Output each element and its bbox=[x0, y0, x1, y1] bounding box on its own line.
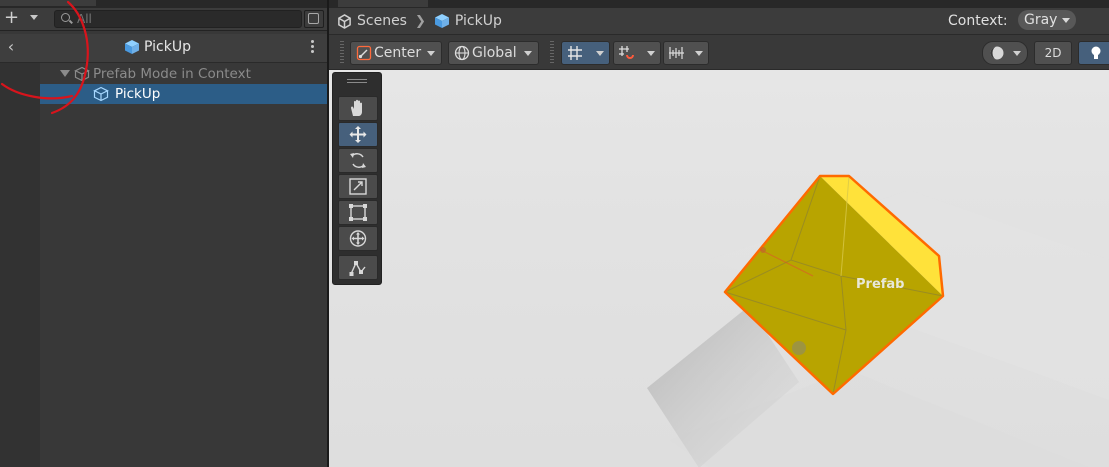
prefab-title: PickUp bbox=[124, 37, 191, 57]
shading-sphere-icon bbox=[990, 46, 1004, 60]
list-item-pickup[interactable]: PickUp bbox=[40, 84, 327, 104]
list-item-label: Prefab Mode in Context bbox=[93, 65, 251, 82]
rect-transform-icon bbox=[349, 204, 367, 221]
breadcrumb-scenes[interactable]: Scenes bbox=[357, 13, 407, 29]
custom-editor-tool-button[interactable] bbox=[338, 255, 378, 280]
pivot-mode-label: Center bbox=[374, 45, 422, 61]
move-tool-button[interactable] bbox=[338, 122, 378, 147]
back-button[interactable]: ‹ bbox=[2, 36, 20, 58]
rotate-tool-button[interactable] bbox=[338, 148, 378, 173]
overlay-drag-handle[interactable] bbox=[347, 79, 367, 85]
pivot-space-dropdown[interactable]: Global bbox=[448, 41, 539, 65]
unity-logo-icon bbox=[338, 13, 351, 29]
grid-snapping-button[interactable] bbox=[561, 41, 610, 65]
pivot-center-icon bbox=[356, 45, 372, 61]
chevron-down-icon bbox=[695, 51, 703, 56]
increment-snapping-button[interactable] bbox=[613, 41, 661, 65]
scene-tab[interactable] bbox=[338, 0, 428, 7]
ruler-icon bbox=[669, 47, 684, 59]
hierarchy-gutter bbox=[0, 63, 40, 467]
breadcrumb: Scenes ❯ PickUp bbox=[337, 11, 502, 31]
breadcrumb-pickup[interactable]: PickUp bbox=[455, 13, 502, 29]
transform-combined-icon bbox=[349, 230, 367, 247]
search-options-button[interactable] bbox=[304, 10, 324, 28]
context-label: Context: bbox=[948, 13, 1008, 29]
draw-mode-dropdown[interactable] bbox=[982, 41, 1028, 65]
move-arrows-icon bbox=[349, 126, 367, 143]
magnet-grid-icon bbox=[619, 46, 634, 59]
chevron-down-icon bbox=[30, 15, 38, 20]
tools-overlay bbox=[332, 72, 382, 285]
2d-mode-label: 2D bbox=[1044, 46, 1062, 60]
scale-icon bbox=[349, 178, 367, 195]
search-input[interactable] bbox=[77, 11, 287, 27]
prefab-cube-icon bbox=[125, 40, 139, 54]
2d-mode-toggle[interactable]: 2D bbox=[1034, 41, 1072, 65]
custom-tool-icon bbox=[349, 261, 366, 276]
toolbar-grip[interactable] bbox=[340, 41, 344, 65]
scale-tool-button[interactable] bbox=[338, 174, 378, 199]
rect-tool-button[interactable] bbox=[338, 200, 378, 225]
scene-viewport[interactable]: Prefab bbox=[329, 70, 1109, 467]
ruler-snapping-button[interactable] bbox=[663, 41, 709, 65]
create-button[interactable]: + bbox=[4, 9, 40, 28]
chevron-down-icon bbox=[596, 51, 604, 56]
chevron-down-icon bbox=[1013, 51, 1021, 56]
hierarchy-tab[interactable] bbox=[0, 0, 96, 6]
gameobject-cube-icon bbox=[74, 66, 90, 81]
chevron-down-icon bbox=[524, 51, 532, 56]
chevron-down-icon bbox=[1062, 18, 1070, 23]
prefab-title-text: PickUp bbox=[144, 39, 191, 55]
prefab-cube-icon bbox=[434, 14, 449, 28]
list-item-label: PickUp bbox=[115, 86, 161, 102]
more-options-icon[interactable] bbox=[306, 38, 318, 56]
scene-render bbox=[647, 174, 1109, 467]
pivot-mode-dropdown[interactable]: Center bbox=[350, 41, 442, 65]
expand-arrow-icon[interactable] bbox=[60, 70, 70, 77]
search-icon bbox=[61, 13, 70, 22]
chevron-down-icon bbox=[427, 51, 435, 56]
search-options-icon bbox=[308, 13, 319, 24]
chevron-down-icon bbox=[647, 51, 655, 56]
hierarchy-search[interactable] bbox=[54, 10, 302, 28]
globe-icon bbox=[454, 45, 470, 61]
hand-icon bbox=[351, 99, 362, 116]
gameobject-cube-icon bbox=[93, 86, 109, 102]
grid-snap-icon bbox=[568, 46, 582, 60]
scene-tab-strip bbox=[329, 0, 1109, 8]
context-dropdown[interactable]: Gray bbox=[1018, 10, 1076, 30]
rotate-icon bbox=[350, 153, 366, 168]
list-item-prefab-context[interactable]: Prefab Mode in Context bbox=[40, 64, 327, 83]
lightbulb-icon bbox=[1091, 46, 1101, 59]
object-label: Prefab bbox=[856, 277, 905, 292]
pivot-space-label: Global bbox=[472, 45, 517, 61]
hand-tool-button[interactable] bbox=[338, 96, 378, 121]
transform-tool-button[interactable] bbox=[338, 226, 378, 251]
chevron-right-icon: ❯ bbox=[414, 13, 426, 29]
toolbar-grip[interactable] bbox=[550, 41, 554, 65]
scene-lighting-toggle[interactable] bbox=[1078, 41, 1109, 65]
context-value: Gray bbox=[1024, 12, 1058, 28]
